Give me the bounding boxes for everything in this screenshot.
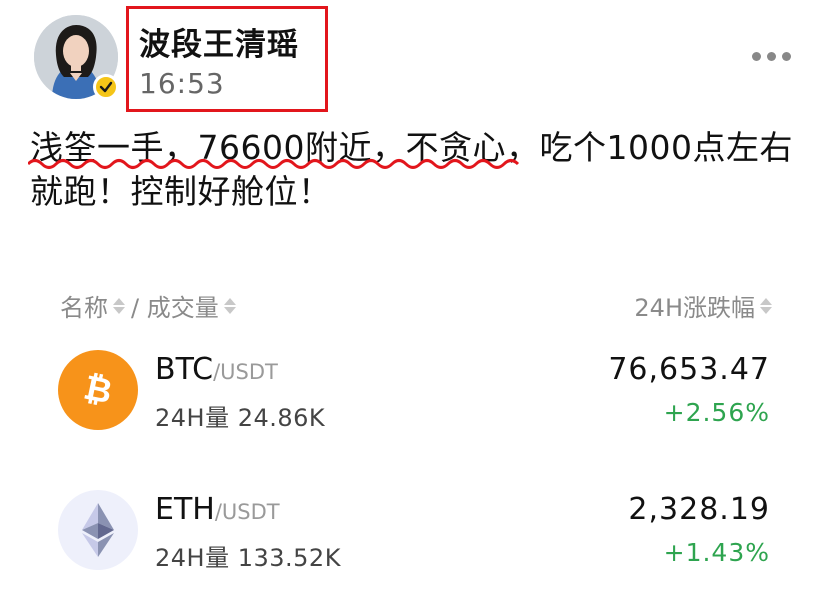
eth-icon: [58, 490, 138, 570]
post-time: 16:53: [139, 67, 225, 100]
author-highlight-box: 波段王清瑶 16:53: [126, 6, 328, 112]
market-row-eth[interactable]: ETH/USDT 24H量 133.52K 2,328.19 +1.43%: [0, 490, 828, 600]
sort-icon[interactable]: [223, 297, 236, 314]
sort-icon[interactable]: [760, 297, 772, 314]
verified-icon: [93, 74, 119, 100]
change-24h: +2.56%: [663, 398, 770, 427]
sort-icon[interactable]: [113, 297, 125, 314]
pair-label: ETH/USDT: [155, 492, 280, 527]
name-sort-label[interactable]: 名称: [60, 288, 108, 323]
squiggle-underline: [28, 159, 520, 169]
market-row-btc[interactable]: ₿ BTC/USDT 24H量 24.86K 76,653.47 +2.56%: [0, 350, 828, 460]
last-price: 76,653.47: [608, 352, 770, 387]
volume-24h: 24H量 133.52K: [155, 544, 341, 572]
market-list-header: 名称 / 成交量 24H涨跌幅: [60, 288, 772, 323]
coin-symbol: ETH: [155, 492, 215, 527]
change-sort-label[interactable]: 24H涨跌幅: [634, 288, 755, 323]
pair-label: BTC/USDT: [155, 352, 278, 387]
more-icon[interactable]: [752, 52, 791, 61]
last-price: 2,328.19: [628, 492, 770, 527]
svg-text:₿: ₿: [80, 368, 115, 412]
quote-symbol: /USDT: [214, 500, 280, 524]
quote-symbol: /USDT: [213, 360, 278, 384]
post-text-line-2: 就跑！控制好舱位！: [30, 172, 332, 211]
coin-symbol: BTC: [155, 352, 214, 387]
volume-sort-label[interactable]: / 成交量: [131, 288, 219, 323]
btc-icon: ₿: [58, 350, 138, 430]
author-name[interactable]: 波段王清瑶: [139, 19, 299, 64]
volume-24h: 24H量 24.86K: [155, 404, 326, 432]
change-24h: +1.43%: [663, 538, 770, 567]
